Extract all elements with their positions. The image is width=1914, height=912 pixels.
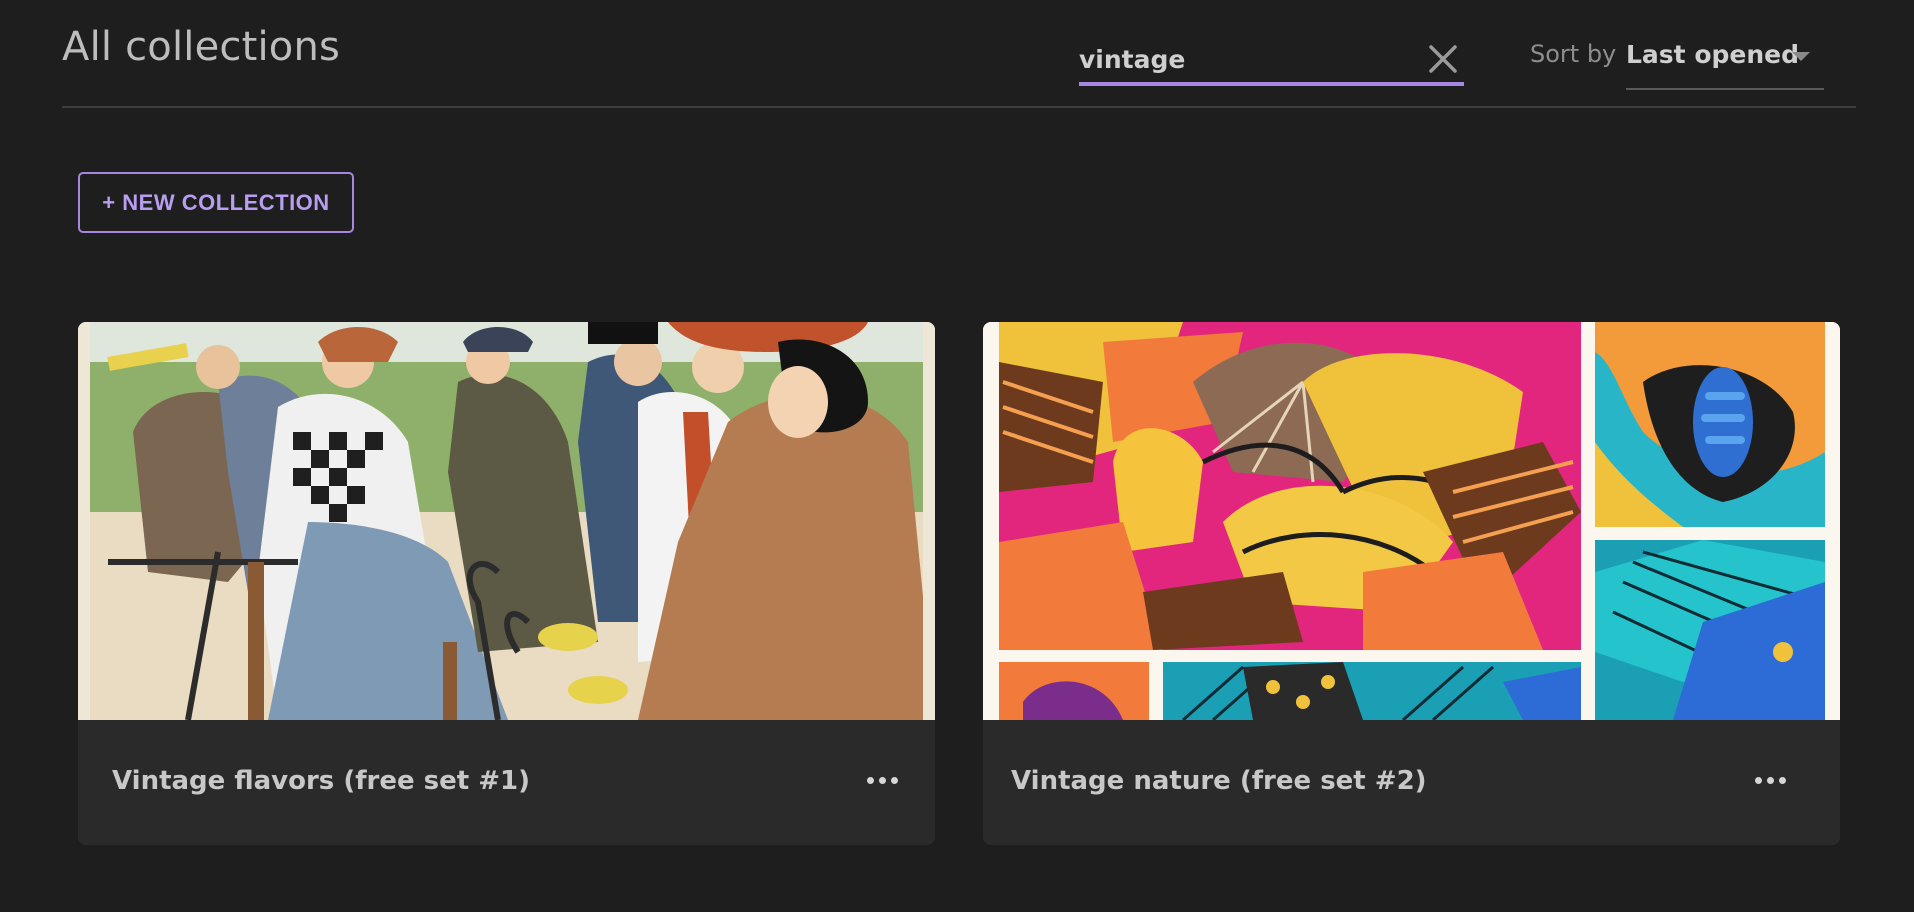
vintage-bicycle-illustration: [78, 322, 935, 720]
more-horizontal-icon: [1752, 776, 1788, 784]
collection-card[interactable]: Vintage nature (free set #2): [983, 322, 1840, 845]
chevron-down-icon: [1792, 52, 1810, 61]
more-options-button[interactable]: [1746, 760, 1794, 800]
sort-value: Last opened: [1626, 40, 1800, 69]
collection-card[interactable]: Vintage flavors (free set #1): [78, 322, 935, 845]
card-footer: Vintage nature (free set #2): [983, 720, 1840, 845]
page-title: All collections: [62, 24, 341, 70]
card-footer: Vintage flavors (free set #1): [78, 720, 935, 845]
butterfly-pattern-illustration: [983, 322, 1840, 720]
collections-page: All collections Sort by Last opened + NE…: [0, 0, 1914, 912]
collection-title[interactable]: Vintage nature (free set #2): [1011, 766, 1427, 796]
more-horizontal-icon: [864, 776, 900, 784]
close-icon: [1429, 45, 1457, 73]
clear-search-button[interactable]: [1422, 38, 1464, 80]
collection-thumbnail[interactable]: [78, 322, 935, 720]
search-field[interactable]: [1079, 34, 1464, 86]
header-divider: [62, 106, 1856, 108]
search-input[interactable]: [1079, 38, 1399, 80]
more-options-button[interactable]: [858, 760, 906, 800]
sort-dropdown[interactable]: Last opened: [1626, 34, 1824, 90]
sort-label: Sort by: [1530, 40, 1617, 68]
collection-title[interactable]: Vintage flavors (free set #1): [112, 766, 530, 796]
collection-thumbnail[interactable]: [983, 322, 1840, 720]
new-collection-button[interactable]: + NEW COLLECTION: [78, 172, 354, 233]
